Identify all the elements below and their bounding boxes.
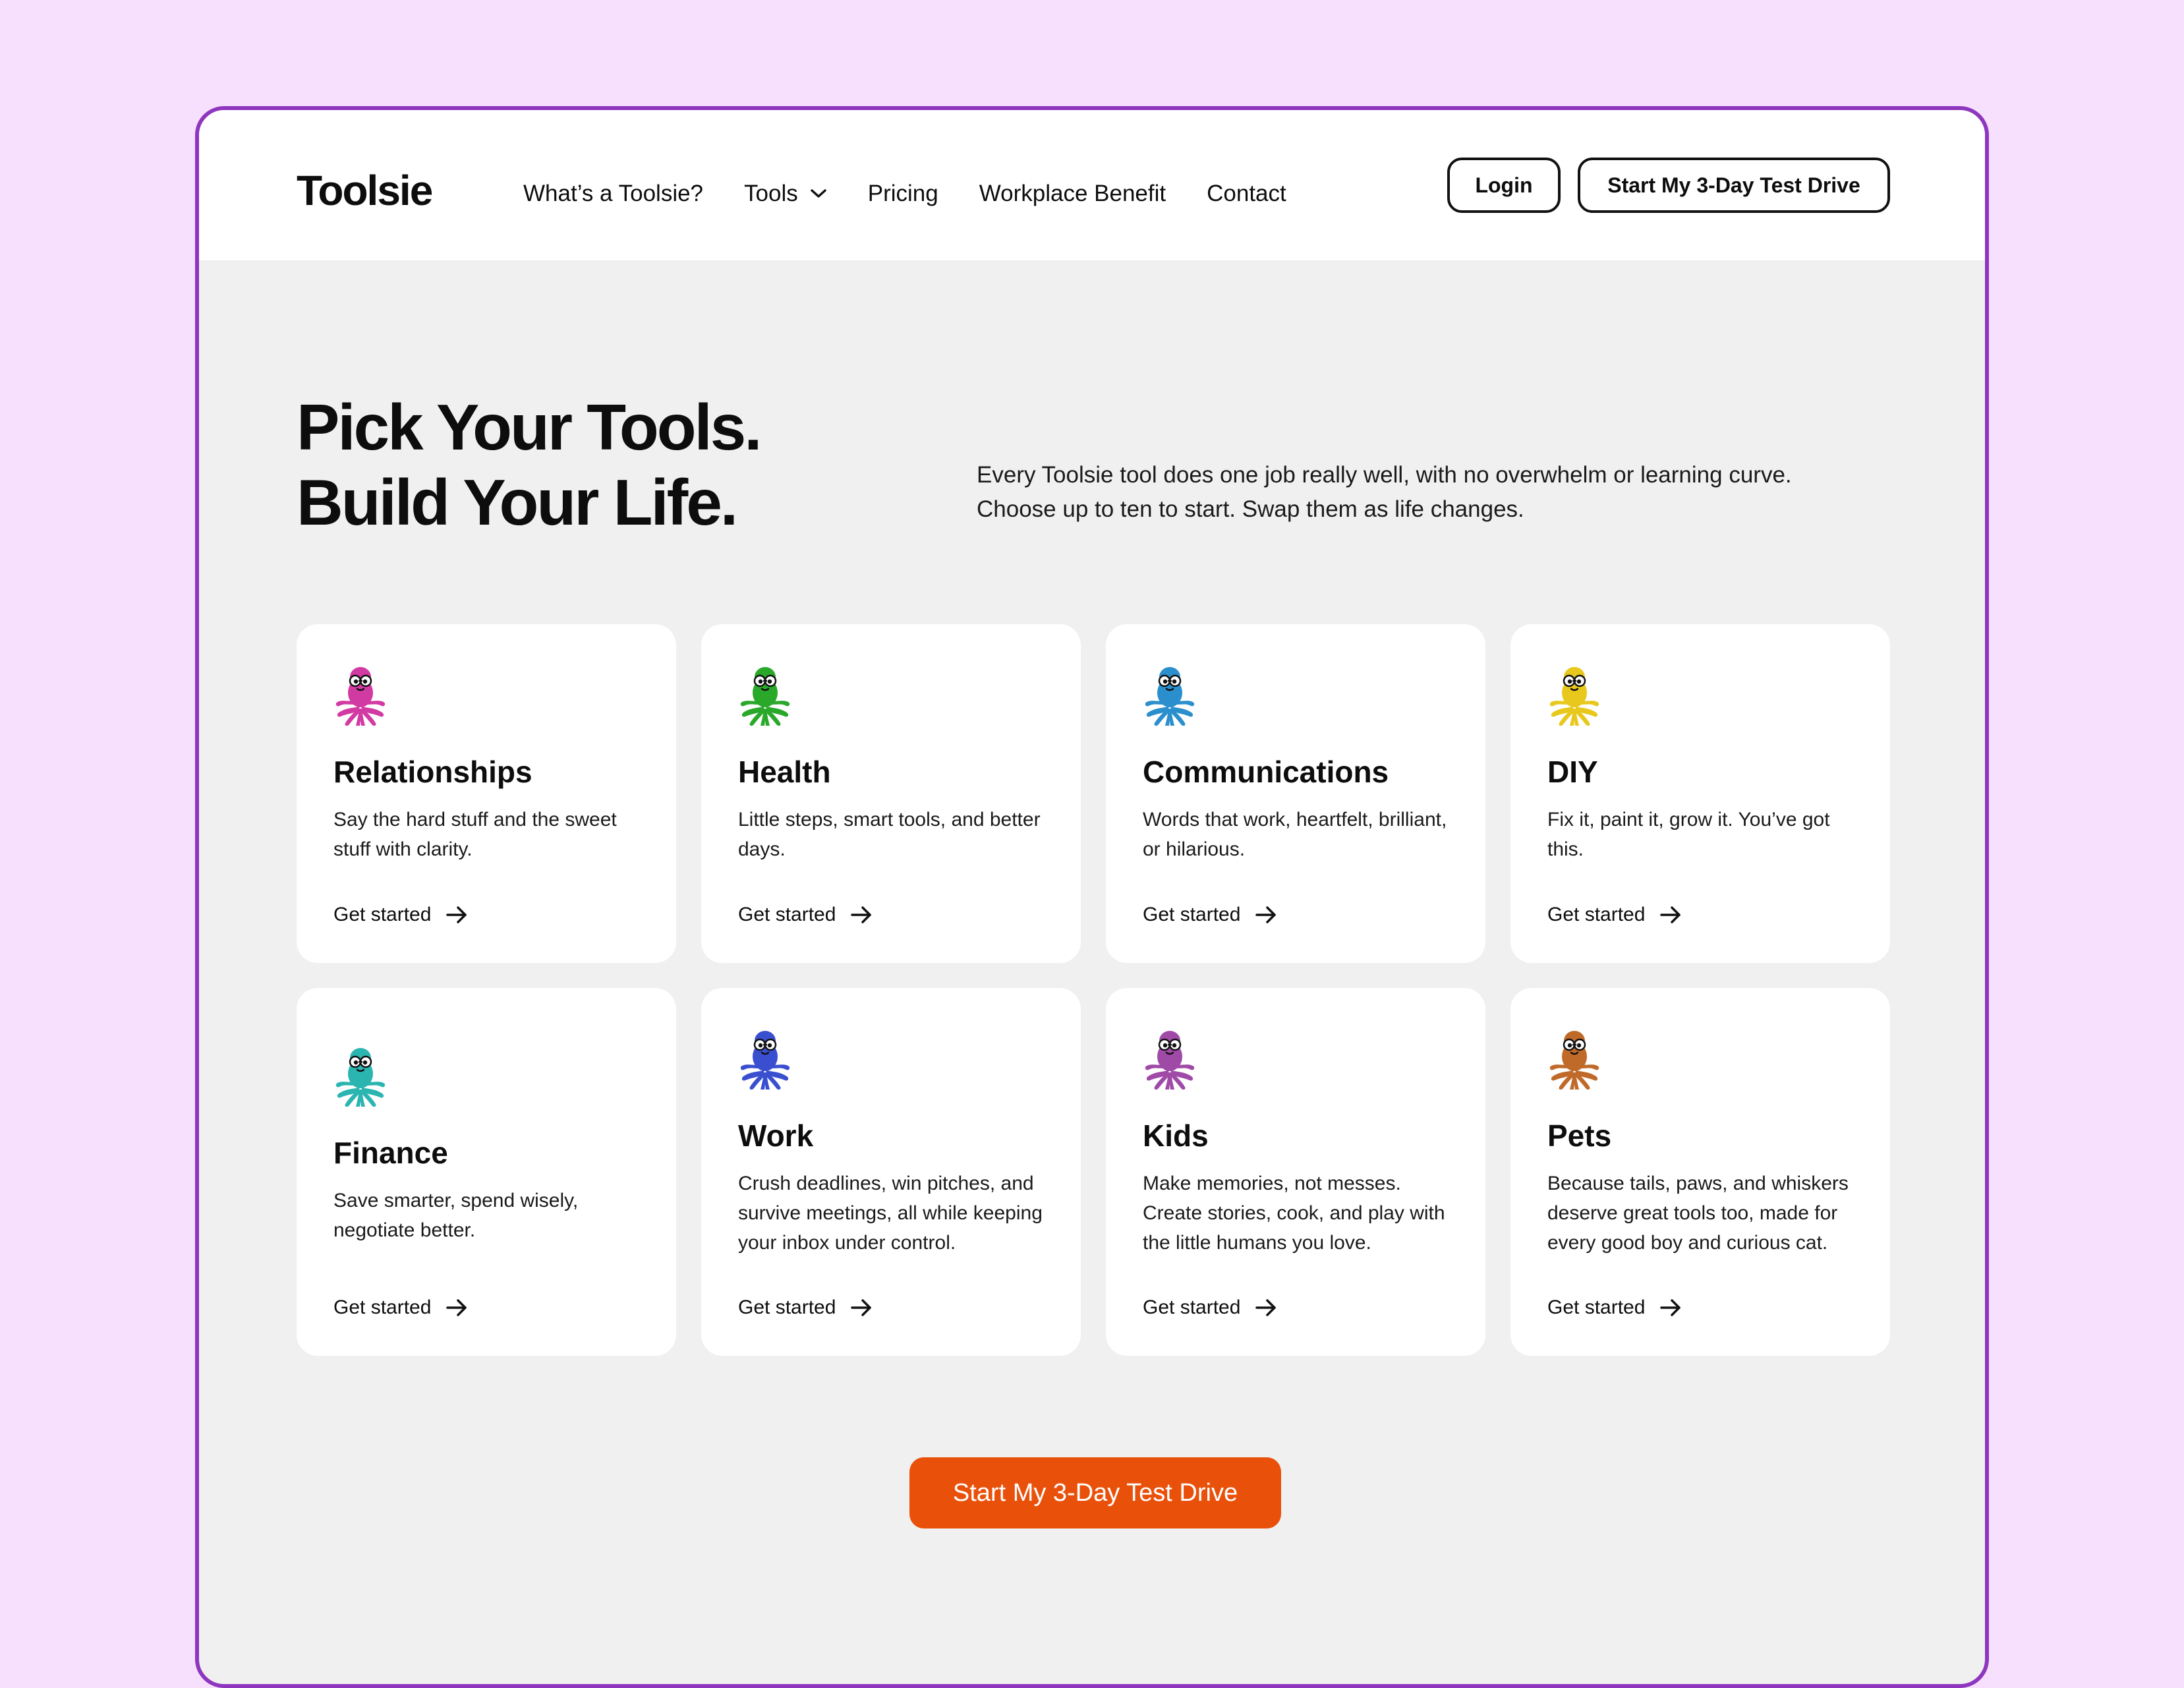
octopus-icon [1145, 667, 1195, 726]
get-started-label: Get started [1143, 904, 1241, 925]
start-test-drive-button[interactable]: Start My 3-Day Test Drive [1578, 158, 1890, 213]
top-navigation-bar: Toolsie What’s a Toolsie? Tools Pricing … [199, 110, 1985, 260]
category-title: Health [738, 755, 831, 789]
octopus-icon [740, 1031, 790, 1090]
octopus-icon [1549, 667, 1599, 726]
arrow-right-icon [851, 1299, 872, 1316]
get-started-link[interactable]: Get started [333, 904, 468, 926]
nav-tools-dropdown[interactable]: Tools [744, 181, 827, 207]
nav-label: Workplace Benefit [979, 181, 1166, 206]
category-title: Relationships [333, 755, 532, 789]
chevron-down-icon [811, 189, 826, 198]
nav-pricing[interactable]: Pricing [868, 181, 938, 207]
category-title: Finance [333, 1136, 448, 1170]
get-started-label: Get started [738, 904, 836, 925]
category-title: Communications [1143, 755, 1389, 789]
category-card-work[interactable]: Work Crush deadlines, win pitches, and s… [701, 988, 1081, 1356]
octopus-icon [1145, 1031, 1195, 1090]
octopus-icon [335, 667, 386, 726]
hero-title-line2: Build Your Life. [297, 466, 738, 538]
category-description: Words that work, heartfelt, brilliant, o… [1143, 809, 1447, 860]
octopus-icon [1549, 1031, 1599, 1090]
arrow-right-icon [446, 906, 467, 923]
hero-description: Every Toolsie tool does one job really w… [977, 462, 1792, 522]
start-test-drive-cta-button[interactable]: Start My 3-Day Test Drive [909, 1457, 1281, 1528]
category-card-diy[interactable]: DIY Fix it, paint it, grow it. You’ve go… [1510, 624, 1890, 963]
nav-label: What’s a Toolsie? [523, 181, 704, 206]
main-nav: What’s a Toolsie? Tools Pricing Workplac… [523, 171, 1327, 217]
octopus-icon [335, 1048, 386, 1107]
get-started-label: Get started [1547, 904, 1646, 925]
arrow-right-icon [851, 906, 872, 923]
hero-title-line1: Pick Your Tools. [297, 391, 762, 463]
get-started-link[interactable]: Get started [1143, 1296, 1277, 1319]
category-card-kids[interactable]: Kids Make memories, not messes. Create s… [1106, 988, 1485, 1356]
octopus-icon [740, 667, 790, 726]
category-description: Make memories, not messes. Create storie… [1143, 1173, 1445, 1254]
get-started-label: Get started [333, 904, 432, 925]
get-started-label: Get started [333, 1296, 432, 1318]
login-button[interactable]: Login [1447, 158, 1561, 213]
nav-label: Contact [1207, 181, 1286, 206]
get-started-label: Get started [1143, 1296, 1241, 1318]
nav-label: Pricing [867, 181, 938, 206]
category-title: Pets [1547, 1119, 1612, 1153]
nav-workplace-benefit[interactable]: Workplace Benefit [979, 181, 1166, 207]
category-card-communications[interactable]: Communications Words that work, heartfel… [1106, 624, 1485, 963]
category-description: Say the hard stuff and the sweet stuff w… [333, 809, 617, 860]
category-description: Because tails, paws, and whiskers deserv… [1547, 1173, 1849, 1254]
arrow-right-icon [1255, 1299, 1277, 1316]
get-started-label: Get started [1547, 1296, 1646, 1318]
category-card-health[interactable]: Health Little steps, smart tools, and be… [701, 624, 1081, 963]
arrow-right-icon [1660, 1299, 1681, 1316]
nav-whats-a-toolsie[interactable]: What’s a Toolsie? [523, 181, 703, 207]
category-title: Work [738, 1119, 814, 1153]
category-description: Little steps, smart tools, and better da… [738, 809, 1041, 860]
get-started-link[interactable]: Get started [738, 904, 873, 926]
get-started-link[interactable]: Get started [1547, 904, 1682, 926]
get-started-link[interactable]: Get started [1143, 904, 1277, 926]
browser-frame: Toolsie What’s a Toolsie? Tools Pricing … [195, 106, 1989, 1688]
category-description: Fix it, paint it, grow it. You’ve got th… [1547, 809, 1830, 860]
get-started-label: Get started [738, 1296, 836, 1318]
category-description: Save smarter, spend wisely, negotiate be… [333, 1190, 579, 1241]
get-started-link[interactable]: Get started [738, 1296, 873, 1319]
category-grid: Relationships Say the hard stuff and the… [297, 624, 1891, 1381]
nav-contact[interactable]: Contact [1207, 181, 1286, 207]
get-started-link[interactable]: Get started [333, 1296, 468, 1319]
category-card-finance[interactable]: Finance Save smarter, spend wisely, nego… [297, 988, 676, 1356]
arrow-right-icon [1660, 906, 1681, 923]
category-title: DIY [1547, 755, 1598, 789]
arrow-right-icon [1255, 906, 1277, 923]
get-started-link[interactable]: Get started [1547, 1296, 1682, 1319]
hero-title: Pick Your Tools. Build Your Life. [297, 390, 762, 540]
arrow-right-icon [446, 1299, 467, 1316]
category-card-pets[interactable]: Pets Because tails, paws, and whiskers d… [1510, 988, 1890, 1356]
category-card-relationships[interactable]: Relationships Say the hard stuff and the… [297, 624, 676, 963]
nav-label: Tools [744, 181, 798, 206]
toolsie-logo[interactable]: Toolsie [297, 164, 433, 217]
category-title: Kids [1143, 1119, 1209, 1153]
category-description: Crush deadlines, win pitches, and surviv… [738, 1173, 1043, 1254]
